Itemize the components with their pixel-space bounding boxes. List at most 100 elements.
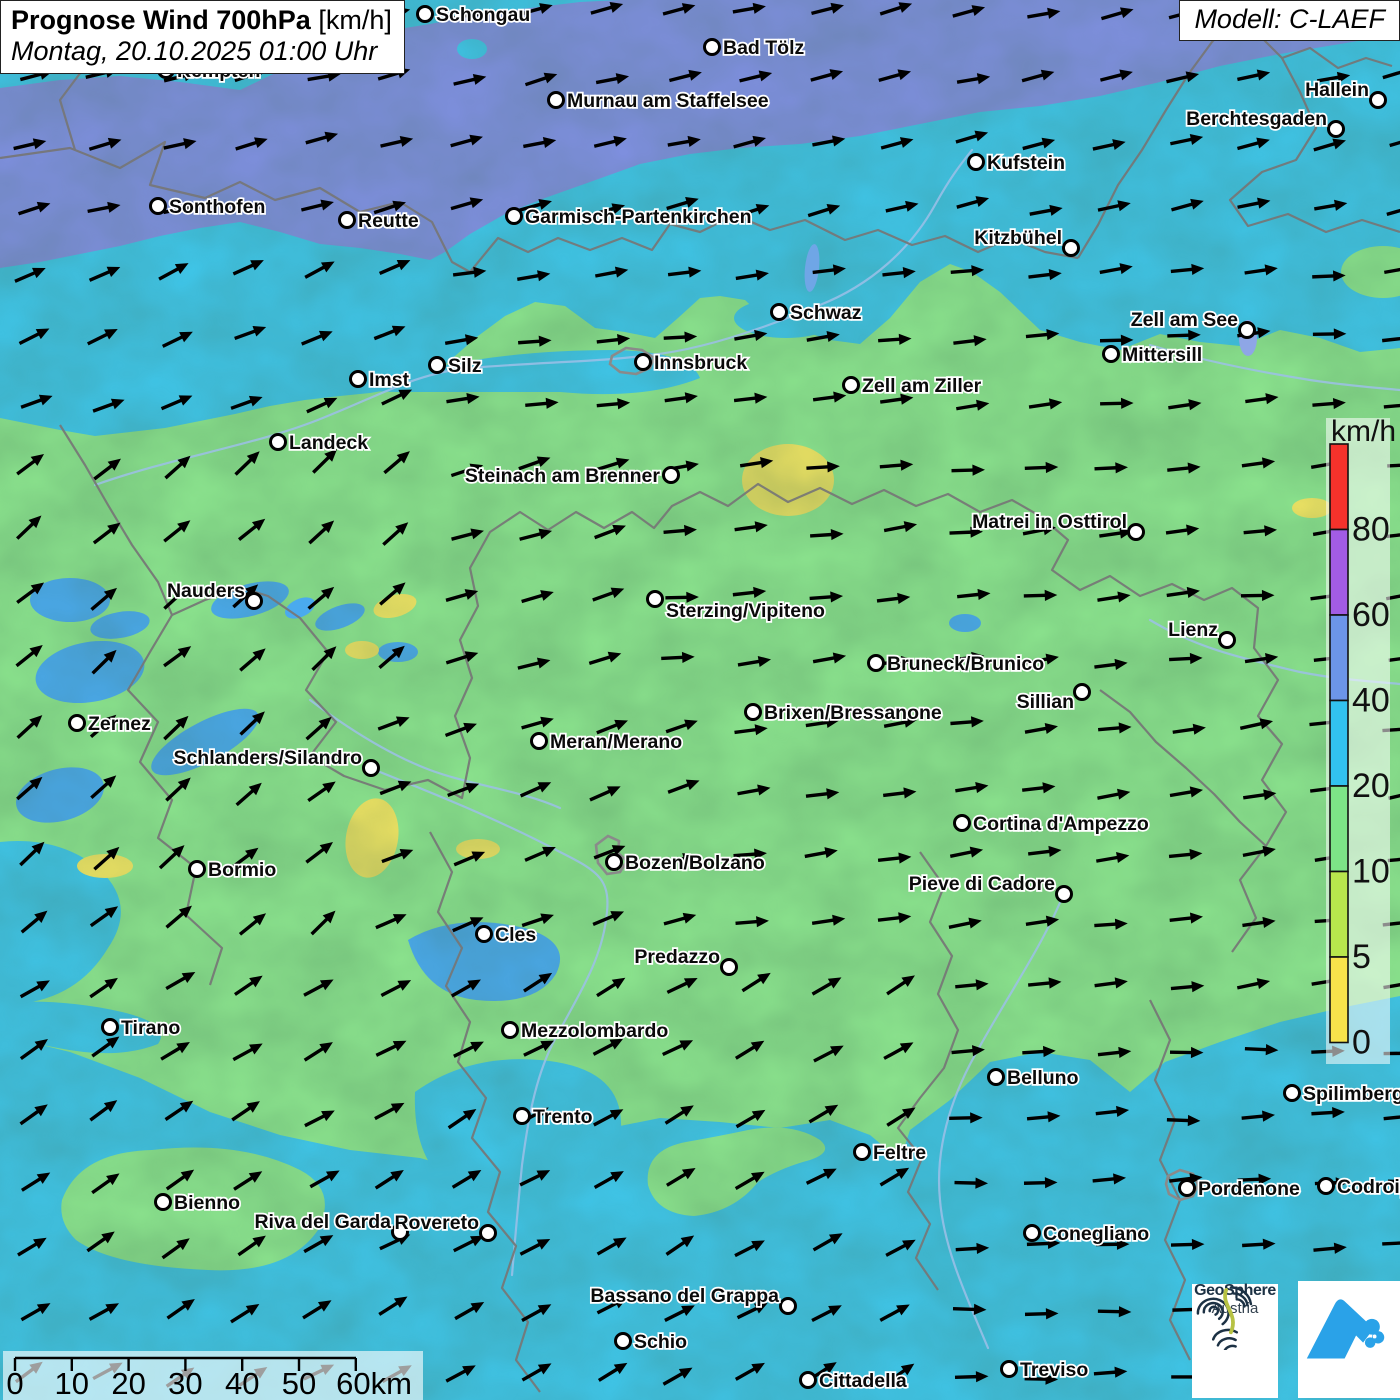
city-label-mezzolombardo: Mezzolombardo <box>521 1020 668 1042</box>
legend-color-0 <box>1330 957 1348 1043</box>
legend-tick-60: 60 <box>1352 596 1390 634</box>
city-meran-merano: Meran/Merano <box>532 731 683 753</box>
legend-tick-5: 5 <box>1352 938 1371 976</box>
city-marker-codroipo <box>1319 1179 1334 1194</box>
city-marker-pieve-di-cadore <box>1057 887 1072 902</box>
city-label-bruneck-brunico: Bruneck/Brunico <box>887 653 1044 675</box>
wind-forecast-map-page: SchongauBad TölzKemptenMurnau am Staffel… <box>0 0 1400 1400</box>
city-marker-reutte <box>340 213 355 228</box>
city-marker-garmisch-partenkirchen <box>507 209 522 224</box>
legend-color-80 <box>1330 444 1348 530</box>
city-pordenone: Pordenone <box>1180 1178 1300 1200</box>
city-label-bormio: Bormio <box>208 859 276 881</box>
city-marker-spilimbergo <box>1285 1086 1300 1101</box>
city-label-silz: Silz <box>448 355 482 377</box>
city-label-zell-am-ziller: Zell am Ziller <box>862 375 982 397</box>
city-label-bad-t-lz: Bad Tölz <box>723 37 804 59</box>
city-label-cittadella: Cittadella <box>819 1370 907 1392</box>
city-marker-cortina-d-ampezzo <box>955 816 970 831</box>
city-cles: Cles <box>477 924 537 946</box>
city-murnau-am-staffelsee: Murnau am Staffelsee <box>549 90 769 112</box>
city-label-sillian: Sillian <box>1017 691 1074 713</box>
city-label-steinach-am-brenner: Steinach am Brenner <box>465 465 660 487</box>
city-marker-mezzolombardo <box>503 1023 518 1038</box>
city-marker-schio <box>616 1334 631 1349</box>
legend-color-60 <box>1330 530 1348 616</box>
city-label-trento: Trento <box>533 1106 593 1128</box>
city-marker-sillian <box>1075 685 1090 700</box>
forecast-datetime: Montag, 20.10.2025 01:00 Uhr <box>11 36 392 67</box>
city-label-meran-merano: Meran/Merano <box>550 731 682 753</box>
geosphere-logo: GeoSphere Austria <box>1192 1284 1278 1398</box>
city-marker-hallein <box>1371 93 1386 108</box>
city-label-predazzo: Predazzo <box>634 946 720 968</box>
city-bozen-bolzano: Bozen/Bolzano <box>607 852 765 874</box>
legend-color-40 <box>1330 615 1348 701</box>
city-marker-conegliano <box>1025 1226 1040 1241</box>
city-label-schongau: Schongau <box>436 4 530 26</box>
city-conegliano: Conegliano <box>1025 1223 1150 1245</box>
legend-tick-0: 0 <box>1352 1024 1371 1062</box>
city-label-rovereto: Rovereto <box>394 1212 479 1234</box>
city-label-hallein: Hallein <box>1305 79 1369 101</box>
city-marker-bormio <box>190 862 205 877</box>
city-silz: Silz <box>430 355 482 377</box>
title-unit: [km/h] <box>318 5 392 35</box>
city-marker-bruneck-brunico <box>869 656 884 671</box>
city-mezzolombardo: Mezzolombardo <box>503 1020 669 1042</box>
city-marker-feltre <box>855 1145 870 1160</box>
city-label-matrei-in-osttirol: Matrei in Osttirol <box>972 511 1127 533</box>
city-marker-bienno <box>156 1195 171 1210</box>
legend-tick-40: 40 <box>1352 682 1390 720</box>
mountain-cloud-logo <box>1298 1281 1400 1398</box>
city-marker-tirano <box>103 1020 118 1035</box>
city-label-belluno: Belluno <box>1007 1067 1079 1089</box>
city-marker-predazzo <box>722 960 737 975</box>
city-label-pordenone: Pordenone <box>1198 1178 1300 1200</box>
legend-tick-20: 20 <box>1352 767 1390 805</box>
city-label-garmisch-partenkirchen: Garmisch-Partenkirchen <box>525 206 752 228</box>
city-marker-lienz <box>1220 633 1235 648</box>
city-garmisch-partenkirchen: Garmisch-Partenkirchen <box>507 206 752 228</box>
city-label-schwaz: Schwaz <box>790 302 862 324</box>
city-label-imst: Imst <box>369 369 410 391</box>
city-marker-zernez <box>70 716 85 731</box>
city-marker-treviso <box>1002 1362 1017 1377</box>
city-label-innsbruck: Innsbruck <box>654 352 747 374</box>
city-marker-kufstein <box>969 155 984 170</box>
city-label-kitzb-hel: Kitzbühel <box>974 227 1062 249</box>
scalebar-label-20: 20 <box>111 1366 145 1400</box>
city-label-nauders: Nauders <box>167 580 245 602</box>
city-marker-murnau-am-staffelsee <box>549 93 564 108</box>
city-marker-imst <box>351 372 366 387</box>
title-parameter: Prognose Wind 700hPa <box>11 5 311 35</box>
city-label-zell-am-see: Zell am See <box>1131 309 1238 331</box>
city-label-cortina-d-ampezzo: Cortina d'Ampezzo <box>973 813 1149 835</box>
city-label-murnau-am-staffelsee: Murnau am Staffelsee <box>567 90 769 112</box>
scalebar-label-30: 30 <box>168 1366 202 1400</box>
city-marker-nauders <box>247 594 262 609</box>
legend-tick-10: 10 <box>1352 853 1390 891</box>
city-label-lienz: Lienz <box>1168 619 1218 641</box>
city-label-sterzing-vipiteno: Sterzing/Vipiteno <box>666 600 825 622</box>
city-marker-kitzb-hel <box>1064 241 1079 256</box>
geosphere-swirl-icon <box>1192 1284 1258 1350</box>
legend-color-5 <box>1330 872 1348 958</box>
city-marker-rovereto <box>481 1226 496 1241</box>
city-marker-schongau <box>418 7 433 22</box>
legend-tick-80: 80 <box>1352 511 1390 549</box>
scalebar-end-label: 60km <box>336 1366 412 1400</box>
scalebar-label-40: 40 <box>225 1366 259 1400</box>
city-marker-cittadella <box>801 1373 816 1388</box>
city-marker-trento <box>515 1109 530 1124</box>
city-marker-pordenone <box>1180 1181 1195 1196</box>
city-label-pieve-di-cadore: Pieve di Cadore <box>909 873 1055 895</box>
city-label-reutte: Reutte <box>358 210 419 232</box>
city-marker-brixen-bressanone <box>746 705 761 720</box>
city-marker-berchtesgaden <box>1329 122 1344 137</box>
city-marker-sterzing-vipiteno <box>648 592 663 607</box>
city-marker-matrei-in-osttirol <box>1129 525 1144 540</box>
city-brixen-bressanone: Brixen/Bressanone <box>746 702 942 724</box>
city-marker-innsbruck <box>636 355 651 370</box>
city-zell-am-ziller: Zell am Ziller <box>844 375 982 397</box>
